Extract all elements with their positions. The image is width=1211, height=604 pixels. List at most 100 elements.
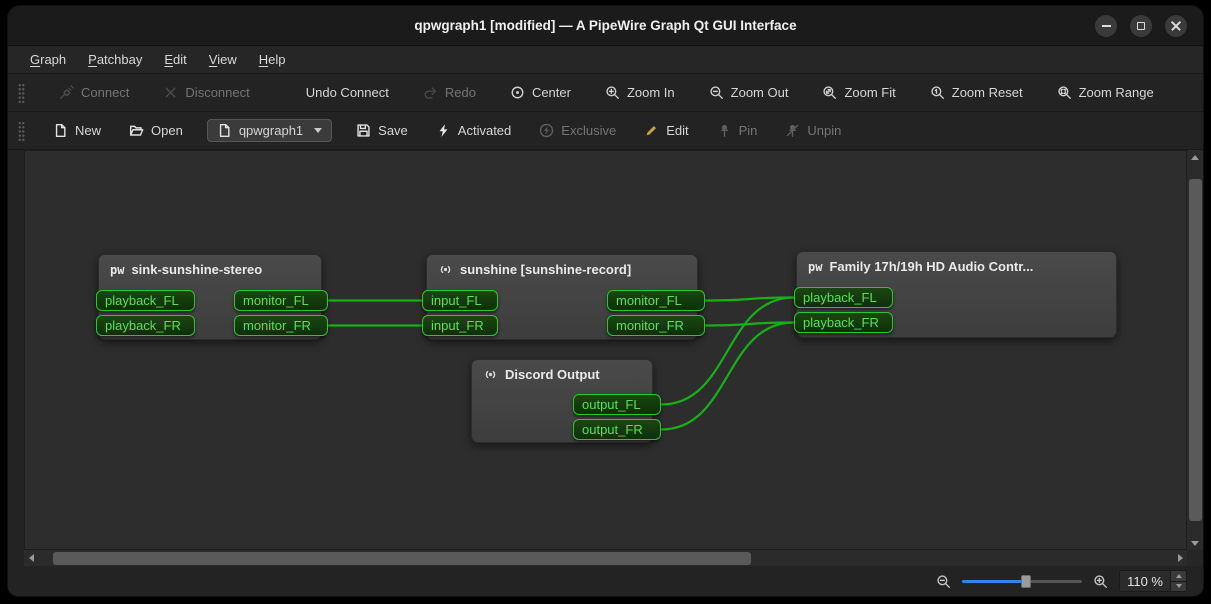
minimize-button[interactable] bbox=[1095, 15, 1117, 37]
toolbar-label-pin: Pin bbox=[739, 123, 758, 138]
toolbar-label-edit: Edit bbox=[666, 123, 688, 138]
toolbar-button-undo-connect[interactable]: Undo Connect bbox=[280, 81, 393, 104]
port-sink-monitor_FL[interactable]: monitor_FL bbox=[234, 290, 328, 311]
zoom-slider[interactable] bbox=[962, 572, 1082, 590]
center-icon bbox=[510, 85, 525, 100]
file-icon bbox=[217, 123, 232, 138]
graph-canvas[interactable]: pwsink-sunshine-stereosunshine [sunshine… bbox=[24, 150, 1187, 550]
menu-edit[interactable]: Edit bbox=[154, 48, 196, 71]
horizontal-scrollbar[interactable] bbox=[24, 550, 1187, 566]
vertical-scrollbar[interactable] bbox=[1187, 150, 1203, 550]
zoom-slider-fill bbox=[962, 580, 1026, 583]
combo-selected-value: qpwgraph1 bbox=[239, 123, 303, 138]
toolbar-label-zoom-fit: Zoom Fit bbox=[844, 85, 895, 100]
zoom-out-status-icon[interactable] bbox=[936, 574, 951, 589]
scrollbar-corner bbox=[1187, 550, 1203, 566]
toolbar-button-unpin: Unpin bbox=[781, 119, 845, 142]
close-icon bbox=[1171, 21, 1181, 31]
horizontal-scrollbar-thumb[interactable] bbox=[53, 552, 751, 565]
connections-layer bbox=[25, 151, 1186, 549]
toolbar-label-center: Center bbox=[532, 85, 571, 100]
port-sink-monitor_FR[interactable]: monitor_FR bbox=[234, 315, 328, 336]
open-icon bbox=[129, 123, 144, 138]
toolbar-label-save: Save bbox=[378, 123, 408, 138]
canvas-row: pwsink-sunshine-stereosunshine [sunshine… bbox=[24, 150, 1203, 550]
toolbar-label-undo-connect: Undo Connect bbox=[306, 85, 389, 100]
toolbar-drag-handle[interactable] bbox=[18, 83, 25, 103]
port-family-playback_FR[interactable]: playback_FR bbox=[794, 312, 893, 333]
toolbar-button-connect: Connect bbox=[55, 81, 133, 104]
zoom-reset-icon bbox=[930, 85, 945, 100]
toolbar-label-activated: Activated bbox=[458, 123, 511, 138]
scroll-right-arrow[interactable] bbox=[1173, 550, 1187, 566]
zoom-out-icon bbox=[709, 85, 724, 100]
port-sunshine-input_FR[interactable]: input_FR bbox=[422, 315, 498, 336]
disconnect-icon bbox=[163, 85, 178, 100]
toolbar-button-edit[interactable]: Edit bbox=[640, 119, 692, 142]
connection-discord-output_FR-to-family-playback_FR[interactable] bbox=[661, 323, 794, 430]
maximize-icon bbox=[1137, 22, 1145, 30]
toolbar-label-zoom-reset: Zoom Reset bbox=[952, 85, 1023, 100]
toolbar-label-redo: Redo bbox=[445, 85, 476, 100]
toolbar-drag-handle[interactable] bbox=[18, 121, 25, 141]
zoom-slider-handle[interactable] bbox=[1021, 575, 1031, 588]
scroll-down-arrow[interactable] bbox=[1187, 536, 1203, 550]
unpin-icon bbox=[785, 123, 800, 138]
titlebar: qpwgraph1 [modified] — A PipeWire Graph … bbox=[8, 6, 1203, 46]
zoom-value: 110 % bbox=[1120, 571, 1170, 591]
port-sink-playback_FL[interactable]: playback_FL bbox=[96, 290, 195, 311]
zoom-in-status-icon[interactable] bbox=[1093, 574, 1108, 589]
connect-icon bbox=[59, 85, 74, 100]
vertical-scrollbar-thumb[interactable] bbox=[1189, 179, 1202, 521]
port-sunshine-monitor_FR[interactable]: monitor_FR bbox=[607, 315, 705, 336]
zoom-range-icon bbox=[1057, 85, 1072, 100]
menu-view[interactable]: View bbox=[199, 48, 247, 71]
toolbar-button-exclusive: Exclusive bbox=[535, 119, 620, 142]
zoom-spin-up[interactable] bbox=[1171, 571, 1186, 581]
toolbar-button-open[interactable]: Open bbox=[125, 119, 187, 142]
menu-graph[interactable]: Graph bbox=[20, 48, 76, 71]
zoom-spinbox[interactable]: 110 % bbox=[1119, 570, 1187, 592]
maximize-button[interactable] bbox=[1130, 15, 1152, 37]
port-sink-playback_FR[interactable]: playback_FR bbox=[96, 315, 195, 336]
app-window: qpwgraph1 [modified] — A PipeWire Graph … bbox=[8, 6, 1203, 596]
toolbar-button-zoom-out[interactable]: Zoom Out bbox=[705, 81, 793, 104]
port-sunshine-monitor_FL[interactable]: monitor_FL bbox=[607, 290, 705, 311]
scroll-up-arrow[interactable] bbox=[1187, 150, 1203, 164]
statusbar: 110 % bbox=[24, 566, 1203, 596]
toolbar-button-activated[interactable]: Activated bbox=[432, 119, 515, 142]
port-discord-output_FL[interactable]: output_FL bbox=[573, 394, 661, 415]
toolbar-label-open: Open bbox=[151, 123, 183, 138]
toolbar-button-zoom-in[interactable]: Zoom In bbox=[601, 81, 679, 104]
chevron-down-icon bbox=[314, 128, 322, 133]
toolbar-button-new[interactable]: New bbox=[49, 119, 105, 142]
toolbar-button-zoom-reset[interactable]: Zoom Reset bbox=[926, 81, 1027, 104]
toolbar-button-redo: Redo bbox=[419, 81, 480, 104]
zoom-in-icon bbox=[1093, 574, 1108, 589]
toolbar-button-zoom-fit[interactable]: Zoom Fit bbox=[818, 81, 899, 104]
toolbar-button-center[interactable]: Center bbox=[506, 81, 575, 104]
save-icon bbox=[356, 123, 371, 138]
port-discord-output_FR[interactable]: output_FR bbox=[573, 419, 661, 440]
main-area: pwsink-sunshine-stereosunshine [sunshine… bbox=[8, 150, 1203, 596]
zoom-spin-down[interactable] bbox=[1171, 581, 1186, 592]
graph-toolbar: ConnectDisconnectUndo ConnectRedoCenterZ… bbox=[8, 74, 1203, 112]
zoom-fit-icon bbox=[822, 85, 837, 100]
close-button[interactable] bbox=[1165, 15, 1187, 37]
patchbay-profile-combo[interactable]: qpwgraph1 bbox=[207, 119, 332, 142]
toolbar-button-save[interactable]: Save bbox=[352, 119, 412, 142]
menu-patchbay[interactable]: Patchbay bbox=[78, 48, 152, 71]
pin-icon bbox=[717, 123, 732, 138]
port-family-playback_FL[interactable]: playback_FL bbox=[794, 287, 893, 308]
window-title: qpwgraph1 [modified] — A PipeWire Graph … bbox=[414, 18, 796, 33]
toolbar-button-zoom-range[interactable]: Zoom Range bbox=[1053, 81, 1158, 104]
zoom-out-icon bbox=[936, 574, 951, 589]
scroll-left-arrow[interactable] bbox=[24, 550, 38, 566]
port-sunshine-input_FL[interactable]: input_FL bbox=[422, 290, 498, 311]
patchbay-toolbar: New Open qpwgraph1 Save Activated Exclusive Ed… bbox=[8, 112, 1203, 150]
hscroll-row bbox=[24, 550, 1203, 566]
zoom-in-icon bbox=[605, 85, 620, 100]
menu-help[interactable]: Help bbox=[249, 48, 296, 71]
connection-discord-output_FL-to-family-playback_FL[interactable] bbox=[661, 298, 794, 405]
toolbar-label-exclusive: Exclusive bbox=[561, 123, 616, 138]
